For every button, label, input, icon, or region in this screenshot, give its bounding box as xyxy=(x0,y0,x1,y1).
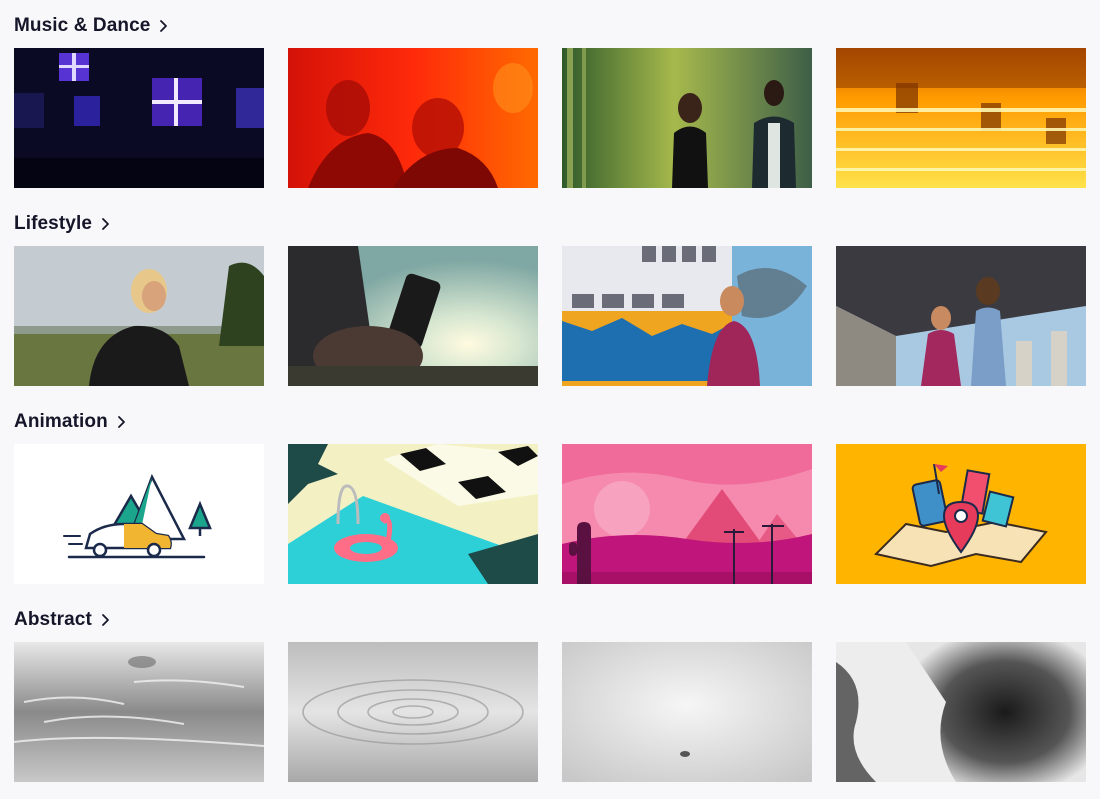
chevron-right-icon xyxy=(101,614,109,626)
green-couple-dancing-thumbnail[interactable] xyxy=(562,48,812,188)
category-music-dance: Music & Dance xyxy=(14,14,1086,188)
pink-desert-illustration-thumbnail[interactable] xyxy=(562,444,812,584)
travel-map-illustration-thumbnail[interactable] xyxy=(836,444,1086,584)
phone-sunset-silhouette-thumbnail[interactable] xyxy=(288,246,538,386)
white-fog-thumbnail[interactable] xyxy=(562,642,812,782)
category-title: Animation xyxy=(14,411,108,432)
car-mountain-illustration-thumbnail[interactable] xyxy=(14,444,264,584)
stage-bulbs-thumbnail[interactable] xyxy=(836,48,1086,188)
category-link-lifestyle[interactable]: Lifestyle xyxy=(14,212,110,236)
woman-phone-hillside-thumbnail[interactable] xyxy=(14,246,264,386)
category-abstract: Abstract xyxy=(14,608,1086,782)
chevron-right-icon xyxy=(117,416,125,428)
concert-lights-thumbnail[interactable] xyxy=(14,48,264,188)
ink-smoke-thumbnail[interactable] xyxy=(836,642,1086,782)
category-link-abstract[interactable]: Abstract xyxy=(14,608,110,632)
red-party-crowd-thumbnail[interactable] xyxy=(288,48,538,188)
couple-under-bridge-thumbnail[interactable] xyxy=(836,246,1086,386)
pool-flamingo-illustration-thumbnail[interactable] xyxy=(288,444,538,584)
stock-video-browser: Music & Dance Lifestyle Animation Abstra… xyxy=(0,0,1100,799)
water-splash-thumbnail[interactable] xyxy=(14,642,264,782)
chevron-right-icon xyxy=(102,218,109,230)
graffiti-wall-woman-thumbnail[interactable] xyxy=(562,246,812,386)
water-ripple-thumbnail[interactable] xyxy=(288,642,538,782)
thumbnail-row xyxy=(14,642,1086,782)
category-lifestyle: Lifestyle xyxy=(14,212,1086,386)
category-title: Abstract xyxy=(14,609,92,630)
category-link-music-dance[interactable]: Music & Dance xyxy=(14,14,168,38)
thumbnail-row xyxy=(14,444,1086,584)
category-link-animation[interactable]: Animation xyxy=(14,410,126,434)
category-animation: Animation xyxy=(14,410,1086,584)
category-title: Music & Dance xyxy=(14,15,151,36)
chevron-right-icon xyxy=(160,20,168,32)
thumbnail-row xyxy=(14,48,1086,188)
thumbnail-row xyxy=(14,246,1086,386)
category-title: Lifestyle xyxy=(14,213,92,234)
